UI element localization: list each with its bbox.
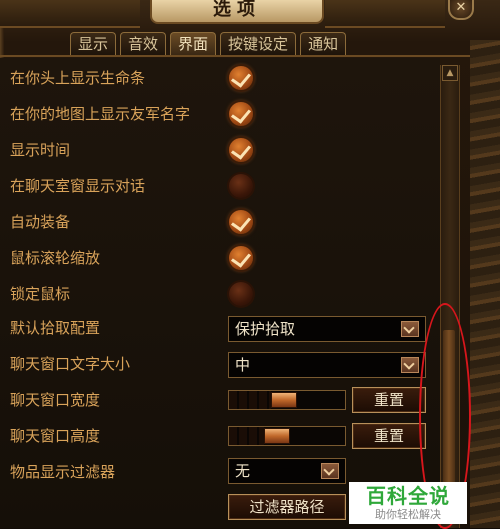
label-chat-font-size: 聊天窗口文字大小	[10, 355, 131, 373]
title-bar-right	[325, 0, 445, 28]
slider-handle[interactable]	[271, 392, 297, 408]
chat-height-slider[interactable]	[228, 426, 346, 446]
watermark-title: 百科全说	[366, 484, 450, 508]
tab-notifications[interactable]: 通知	[300, 32, 347, 55]
slider-track-fill	[229, 391, 271, 409]
label-auto-equip: 自动装备	[10, 213, 71, 231]
label-wheel-zoom: 鼠标滚轮缩放	[10, 249, 101, 267]
pickup-config-value: 保护拾取	[235, 320, 296, 338]
close-icon: ✕	[455, 0, 467, 15]
watermark: 百科全说 助你轻松解决	[349, 482, 467, 524]
label-item-filter: 物品显示过滤器	[10, 463, 116, 481]
game-background-edge	[470, 40, 500, 528]
chat-height-reset-button[interactable]: 重置	[352, 423, 426, 449]
scroll-up-icon[interactable]: ▲	[442, 65, 458, 81]
chat-width-reset-button[interactable]: 重置	[352, 387, 426, 413]
checkbox-lock-mouse[interactable]	[229, 282, 253, 306]
chat-width-slider[interactable]	[228, 390, 346, 410]
chat-font-size-dropdown[interactable]: 中	[228, 352, 426, 378]
checkbox-chat-room-dialog[interactable]	[229, 174, 253, 198]
tab-sound[interactable]: 音效	[120, 32, 167, 55]
checkbox-show-health-bar[interactable]	[229, 66, 253, 90]
checkbox-show-ally-names[interactable]	[229, 102, 253, 126]
checkbox-auto-equip[interactable]	[229, 210, 253, 234]
label-chat-width: 聊天窗口宽度	[10, 391, 101, 409]
filter-path-button[interactable]: 过滤器路径	[228, 494, 346, 520]
chevron-down-icon[interactable]	[321, 463, 339, 479]
checkbox-show-time[interactable]	[229, 138, 253, 162]
tab-keybindings[interactable]: 按键设定	[220, 32, 297, 55]
title-bar-left	[0, 0, 140, 28]
options-tabs: 显示 音效 界面 按键设定 通知	[70, 32, 347, 56]
label-show-ally-names: 在你的地图上显示友军名字	[10, 105, 191, 123]
watermark-subtitle: 助你轻松解决	[375, 508, 441, 521]
label-pickup-config: 默认拾取配置	[10, 319, 101, 337]
label-chat-height: 聊天窗口高度	[10, 427, 101, 445]
label-chat-room-dialog: 在聊天室窗显示对话	[10, 177, 146, 195]
chevron-down-icon[interactable]	[401, 321, 419, 337]
tab-display[interactable]: 显示	[70, 32, 117, 55]
chevron-down-icon[interactable]	[401, 357, 419, 373]
slider-handle[interactable]	[264, 428, 290, 444]
window-title-plate: 选项	[150, 0, 324, 24]
chat-font-size-value: 中	[235, 356, 251, 374]
label-show-time: 显示时间	[10, 141, 71, 159]
tab-divider	[0, 55, 470, 57]
item-filter-dropdown[interactable]: 无	[228, 458, 346, 484]
tab-interface[interactable]: 界面	[170, 32, 217, 55]
item-filter-value: 无	[235, 462, 251, 480]
slider-track-fill	[229, 427, 264, 445]
label-show-health-bar: 在你头上显示生命条	[10, 69, 146, 87]
window-title: 选项	[213, 0, 261, 20]
pickup-config-dropdown[interactable]: 保护拾取	[228, 316, 426, 342]
checkbox-wheel-zoom[interactable]	[229, 246, 253, 270]
close-button[interactable]: ✕	[448, 0, 474, 20]
label-lock-mouse: 锁定鼠标	[10, 285, 71, 303]
